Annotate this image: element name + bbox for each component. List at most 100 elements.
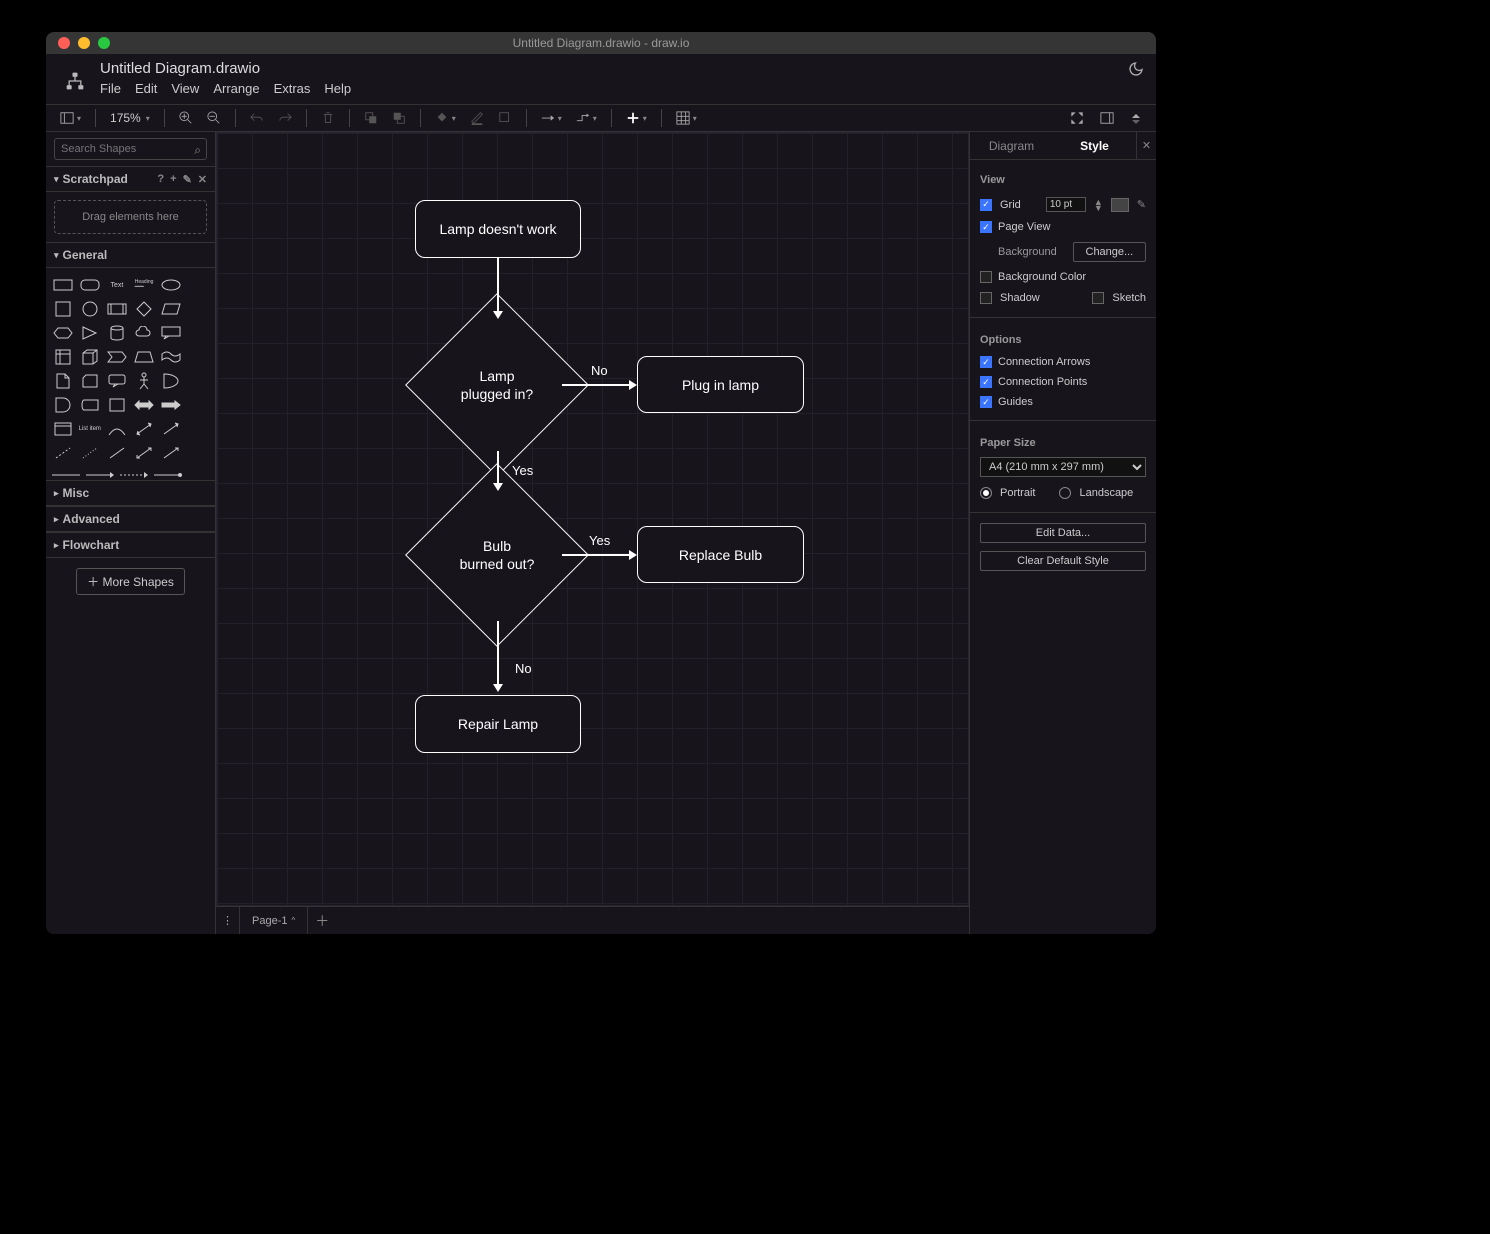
shape-card[interactable] [77,370,102,392]
shape-blank7[interactable] [186,418,211,440]
shape-dotted[interactable] [77,442,102,464]
line-color-button[interactable] [466,109,488,127]
shape-cloud[interactable] [131,322,156,344]
shape-double-arrow[interactable] [131,394,156,416]
zoom-out-button[interactable] [203,109,225,127]
shape-callout2[interactable] [104,370,129,392]
scratchpad-edit-icon[interactable]: ✎ [183,173,192,186]
shape-arrow-thin[interactable] [159,418,184,440]
node-plug-in[interactable]: Plug in lamp [637,356,804,413]
zoom-dropdown[interactable]: 175% [106,109,154,127]
shape-rect2[interactable] [104,394,129,416]
shadow-checkbox[interactable] [980,292,992,304]
clear-default-style-button[interactable]: Clear Default Style [980,551,1146,571]
advanced-section[interactable]: ▸Advanced [46,506,215,532]
shape-blank4[interactable] [186,346,211,368]
shape-connector1[interactable] [52,472,80,478]
guides-checkbox[interactable] [980,396,992,408]
menu-file[interactable]: File [100,81,121,96]
shape-step[interactable] [104,346,129,368]
conn-points-checkbox[interactable] [980,376,992,388]
menu-edit[interactable]: Edit [135,81,157,96]
shape-cylinder[interactable] [104,322,129,344]
shape-blank2[interactable] [186,298,211,320]
menu-extras[interactable]: Extras [274,81,311,96]
zoom-in-button[interactable] [175,109,197,127]
shape-or[interactable] [159,370,184,392]
menu-view[interactable]: View [171,81,199,96]
shape-list[interactable] [50,418,75,440]
scratchpad-section[interactable]: ▾ Scratchpad ? + ✎ ✕ [46,166,215,192]
landscape-radio[interactable] [1059,487,1071,499]
shape-dir-line[interactable] [159,442,184,464]
shape-rounded-rect[interactable] [77,274,102,296]
close-panel-button[interactable]: ✕ [1136,132,1156,159]
pageview-checkbox[interactable] [980,221,992,233]
pages-menu-button[interactable]: ⋮ [216,907,240,934]
shape-circle[interactable] [77,298,102,320]
shape-diamond[interactable] [131,298,156,320]
scratchpad-dropzone[interactable]: Drag elements here [54,200,207,234]
menu-arrange[interactable]: Arrange [213,81,259,96]
node-start[interactable]: Lamp doesn't work [415,200,581,258]
shape-list-item[interactable]: List item [77,418,102,440]
table-button[interactable] [672,109,701,127]
shape-triangle[interactable] [77,322,102,344]
collapse-button[interactable] [1126,109,1146,127]
conn-arrows-checkbox[interactable] [980,356,992,368]
document-title[interactable]: Untitled Diagram.drawio [100,60,351,77]
shape-trapezoid[interactable] [131,346,156,368]
page-tab-1[interactable]: Page-1^ [240,907,308,934]
change-background-button[interactable]: Change... [1073,242,1146,262]
shape-blank5[interactable] [186,370,211,392]
node-decision-bulb[interactable]: Bulbburned out? [432,490,562,620]
scratchpad-help-icon[interactable]: ? [157,173,164,186]
shape-blank3[interactable] [186,322,211,344]
canvas[interactable]: Lamp doesn't work Lamp plugged in? Plug … [216,132,969,906]
shape-bidir-arrow[interactable] [131,418,156,440]
edge-1[interactable] [497,258,499,313]
flowchart-section[interactable]: ▸Flowchart [46,532,215,558]
maximize-window-button[interactable] [98,37,110,49]
minimize-window-button[interactable] [78,37,90,49]
edge-3[interactable] [497,621,499,686]
grid-color-swatch[interactable] [1111,198,1129,212]
to-back-button[interactable] [388,109,410,127]
general-section[interactable]: ▾ General [46,242,215,268]
shape-callout[interactable] [159,322,184,344]
node-replace-bulb[interactable]: Replace Bulb [637,526,804,583]
format-panel-button[interactable] [1096,109,1118,127]
shape-connector3[interactable] [120,472,148,478]
grid-color-picker-icon[interactable]: ✎ [1137,198,1146,211]
shape-note[interactable] [50,370,75,392]
node-decision-plugged[interactable]: Lamp plugged in? [432,320,562,450]
redo-button[interactable] [274,109,296,127]
insert-button[interactable] [622,109,651,127]
close-window-button[interactable] [58,37,70,49]
edge-5[interactable] [562,554,629,556]
add-page-button[interactable]: ＋ [308,911,336,931]
tab-style[interactable]: Style [1053,132,1136,159]
scratchpad-close-icon[interactable]: ✕ [198,173,207,186]
shape-rect[interactable] [50,274,75,296]
more-shapes-button[interactable]: ＋ More Shapes [76,568,185,595]
scratchpad-add-icon[interactable]: + [170,173,176,186]
shape-square[interactable] [50,298,75,320]
edit-data-button[interactable]: Edit Data... [980,523,1146,543]
shape-line[interactable] [104,442,129,464]
shape-blank8[interactable] [186,442,211,464]
connection-button[interactable] [537,111,566,125]
edge-4[interactable] [562,384,629,386]
shadow-button[interactable] [494,109,516,127]
grid-size-input[interactable] [1046,197,1086,212]
shape-bidir-line[interactable] [131,442,156,464]
shape-process[interactable] [104,298,129,320]
shape-ellipse[interactable] [159,274,184,296]
to-front-button[interactable] [360,109,382,127]
portrait-radio[interactable] [980,487,992,499]
shape-arrow[interactable] [159,394,184,416]
shape-dashed[interactable] [50,442,75,464]
shape-curve[interactable] [104,418,129,440]
shape-blank[interactable] [186,274,211,296]
shape-connector2[interactable] [86,472,114,478]
